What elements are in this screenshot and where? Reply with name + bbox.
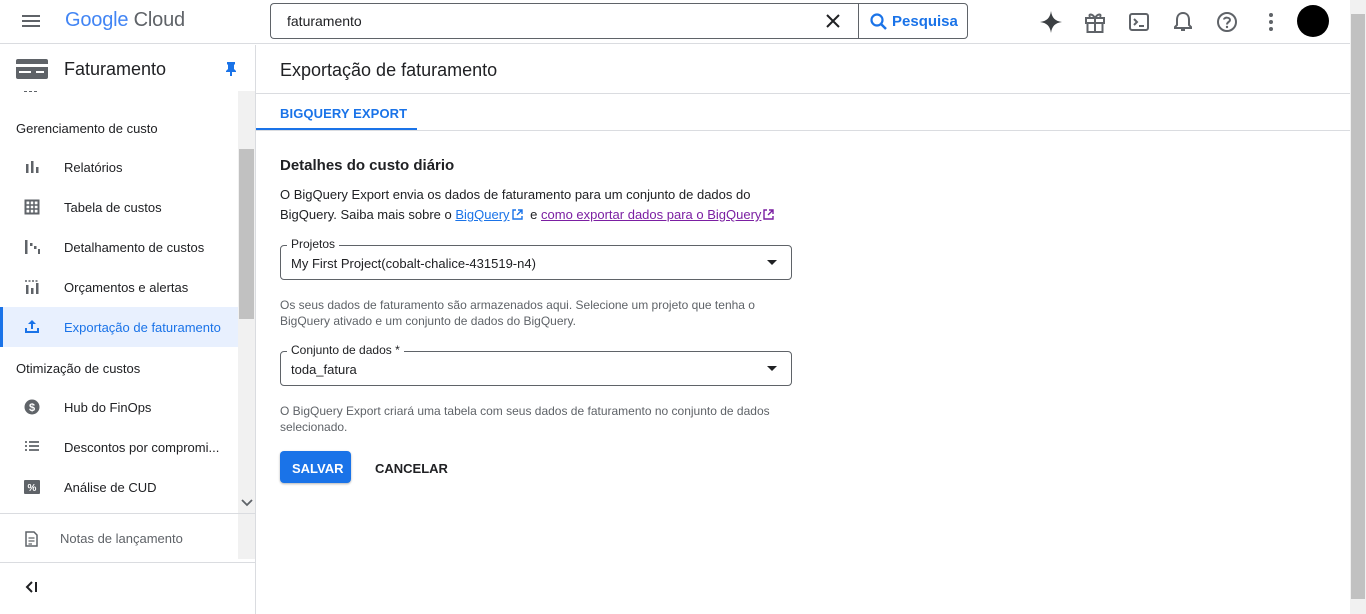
- sidebar-item-billing-export[interactable]: Exportação de faturamento: [0, 307, 238, 347]
- logo-google-text: Google: [65, 9, 129, 31]
- percent-icon: %: [24, 480, 40, 494]
- search-button[interactable]: Pesquisa: [858, 3, 968, 39]
- divider: [256, 93, 1350, 94]
- external-link-icon: [763, 209, 775, 220]
- sidebar-item-cost-table[interactable]: Tabela de custos: [0, 187, 238, 227]
- page-title: Exportação de faturamento: [280, 60, 498, 80]
- budget-icon: [25, 280, 39, 294]
- page-scrollbar-thumb[interactable]: [1351, 14, 1365, 599]
- bigquery-link[interactable]: BigQuery: [455, 207, 509, 222]
- more-vert-icon[interactable]: [1258, 9, 1284, 35]
- sidebar-item-cost-breakdown[interactable]: Detalhamento de custos: [0, 227, 238, 267]
- export-icon: [25, 320, 39, 333]
- billing-icon: [16, 59, 48, 79]
- close-icon[interactable]: [823, 11, 843, 31]
- export-docs-link[interactable]: como exportar dados para o BigQuery: [541, 207, 761, 222]
- projects-label: Projetos: [287, 237, 340, 251]
- sidebar-header: Faturamento: [0, 45, 255, 91]
- search-box: [270, 3, 859, 39]
- description-text: e: [526, 207, 542, 222]
- cancel-button[interactable]: CANCELAR: [364, 451, 448, 483]
- sidebar-item-reports[interactable]: Relatórios: [0, 147, 238, 187]
- menu-icon[interactable]: [22, 12, 46, 32]
- partial-item-icon: [24, 91, 37, 92]
- dollar-icon: $: [24, 399, 40, 415]
- search-input[interactable]: [287, 13, 807, 29]
- external-link-icon: [511, 209, 523, 220]
- section-cost-management: Gerenciamento de custo: [16, 121, 158, 136]
- tab-bigquery-export[interactable]: BIGQUERY EXPORT: [256, 94, 417, 130]
- projects-select[interactable]: Projetos My First Project(cobalt-chalice…: [280, 237, 792, 280]
- sidebar-item-label: Análise de CUD: [64, 480, 157, 495]
- svg-text:$: $: [29, 402, 35, 414]
- release-notes-label: Notas de lançamento: [60, 531, 183, 546]
- sidebar: Faturamento Gerenciamento de custo Relat…: [0, 45, 256, 614]
- section-title: Detalhes do custo diário: [280, 157, 455, 174]
- sidebar-item-label: Exportação de faturamento: [64, 320, 221, 335]
- tab-label: BIGQUERY EXPORT: [280, 106, 408, 121]
- section-cost-optimization: Otimização de custos: [16, 361, 141, 376]
- dataset-label: Conjunto de dados *: [287, 343, 404, 357]
- sidebar-scroll-area: Gerenciamento de custo Relatórios Tabela…: [0, 91, 255, 558]
- sidebar-scrollbar-thumb[interactable]: [239, 149, 254, 319]
- save-button[interactable]: SALVAR: [280, 451, 351, 483]
- breakdown-icon: [25, 240, 40, 254]
- dropdown-arrow-icon: [767, 366, 777, 371]
- bell-icon[interactable]: [1170, 9, 1196, 35]
- google-cloud-logo[interactable]: Google Cloud: [65, 9, 185, 32]
- logo-cloud-text: Cloud: [133, 9, 185, 31]
- sidebar-item-finops-hub[interactable]: $ Hub do FinOps: [0, 387, 238, 427]
- divider: [0, 513, 255, 514]
- main-content: Exportação de faturamento BIGQUERY EXPOR…: [256, 45, 1350, 614]
- top-bar: Google Cloud Pesquisa: [0, 0, 1350, 44]
- pin-icon[interactable]: [224, 61, 238, 77]
- help-icon[interactable]: [1214, 9, 1240, 35]
- search-icon: [870, 13, 887, 30]
- sidebar-item-label: Hub do FinOps: [64, 400, 152, 415]
- sidebar-item-cud-analysis[interactable]: % Análise de CUD: [0, 467, 238, 507]
- sidebar-item-label: Orçamentos e alertas: [64, 280, 189, 295]
- dataset-hint: O BigQuery Export criará uma tabela com …: [280, 404, 770, 434]
- chevron-down-icon[interactable]: [241, 499, 253, 507]
- page-scrollbar[interactable]: [1350, 0, 1366, 614]
- collapse-sidebar-icon[interactable]: [24, 580, 38, 594]
- dataset-value: toda_fatura: [291, 362, 357, 377]
- divider: [256, 130, 1350, 131]
- gemini-sparkle-icon[interactable]: [1038, 9, 1064, 35]
- sidebar-title: Faturamento: [64, 59, 167, 79]
- save-button-label: SALVAR: [292, 461, 344, 476]
- sidebar-item-budgets[interactable]: Orçamentos e alertas: [0, 267, 238, 307]
- sidebar-item-label: Detalhamento de custos: [64, 240, 205, 255]
- sidebar-item-label: Descontos por compromi...: [64, 440, 220, 455]
- sidebar-item-label: Tabela de custos: [64, 200, 162, 215]
- release-notes-icon: [25, 531, 38, 547]
- dropdown-arrow-icon: [767, 260, 777, 265]
- description: O BigQuery Export envia os dados de fatu…: [280, 185, 800, 225]
- svg-text:%: %: [28, 483, 37, 494]
- projects-value: My First Project(cobalt-chalice-431519-n…: [291, 256, 536, 271]
- avatar[interactable]: [1297, 5, 1329, 37]
- list-icon: [25, 441, 39, 451]
- divider: [0, 562, 255, 563]
- release-notes-link[interactable]: Notas de lançamento: [0, 515, 255, 561]
- bar-chart-icon: [26, 161, 39, 173]
- dataset-select[interactable]: Conjunto de dados * toda_fatura: [280, 343, 792, 386]
- terminal-icon[interactable]: [1126, 9, 1152, 35]
- sidebar-item-label: Relatórios: [64, 160, 123, 175]
- projects-hint: Os seus dados de faturamento são armazen…: [280, 298, 755, 328]
- gift-icon[interactable]: [1082, 9, 1108, 35]
- search-button-label: Pesquisa: [892, 13, 958, 30]
- cancel-button-label: CANCELAR: [375, 461, 448, 476]
- table-icon: [24, 199, 40, 215]
- sidebar-item-commitment-discounts[interactable]: Descontos por compromi...: [0, 427, 238, 467]
